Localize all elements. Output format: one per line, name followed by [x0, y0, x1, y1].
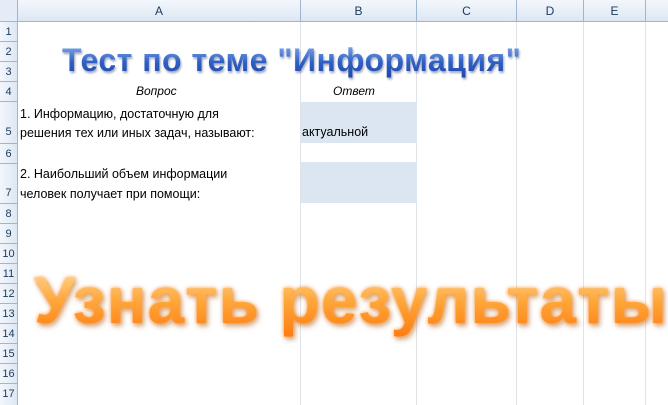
column-header-c[interactable]: C	[417, 0, 517, 22]
select-all-corner[interactable]	[0, 0, 18, 22]
column-header-b[interactable]: B	[301, 0, 417, 22]
question-2-line-1: 2. Наибольший объем информации	[20, 167, 228, 181]
row-header-16[interactable]: 16	[0, 364, 18, 384]
row-header-11[interactable]: 11	[0, 264, 18, 284]
row-header-4[interactable]: 4	[0, 82, 18, 102]
column-header-e[interactable]: E	[584, 0, 646, 22]
question-1-line-1: 1. Информацию, достаточную для	[20, 107, 219, 121]
row-header-14[interactable]: 14	[0, 324, 18, 344]
row-header-15[interactable]: 15	[0, 344, 18, 364]
row-header-9[interactable]: 9	[0, 224, 18, 244]
show-results-button[interactable]: Узнать результаты	[34, 262, 668, 338]
question-1-line-2: решения тех или иных задач, называют:	[20, 126, 255, 140]
answer-2-cell[interactable]	[301, 162, 417, 203]
row-header-7[interactable]: 7	[0, 164, 18, 204]
row-header-10[interactable]: 10	[0, 244, 18, 264]
answer-header: Ответ	[333, 84, 375, 98]
test-title: Тест по теме "Информация"	[62, 42, 522, 78]
row-header-5[interactable]: 5	[0, 102, 18, 144]
spreadsheet: A B C D E 1 2 3 4 5 6 7 8 9 10 11 12 13 …	[0, 0, 668, 405]
row-header-13[interactable]: 13	[0, 304, 18, 324]
row-header-1[interactable]: 1	[0, 22, 18, 42]
row-header-2[interactable]: 2	[0, 42, 18, 62]
column-header-f[interactable]	[646, 0, 668, 22]
question-2-line-2: человек получает при помощи:	[20, 187, 201, 201]
row-header-12[interactable]: 12	[0, 284, 18, 304]
column-header-a[interactable]: A	[18, 0, 301, 22]
row-header-6[interactable]: 6	[0, 144, 18, 164]
question-header: Вопрос	[136, 84, 177, 98]
row-header-17[interactable]: 17	[0, 384, 18, 405]
row-header-8[interactable]: 8	[0, 204, 18, 224]
column-header-d[interactable]: D	[517, 0, 584, 22]
answer-1-value[interactable]: актуальной	[302, 125, 368, 139]
row-header-3[interactable]: 3	[0, 62, 18, 82]
